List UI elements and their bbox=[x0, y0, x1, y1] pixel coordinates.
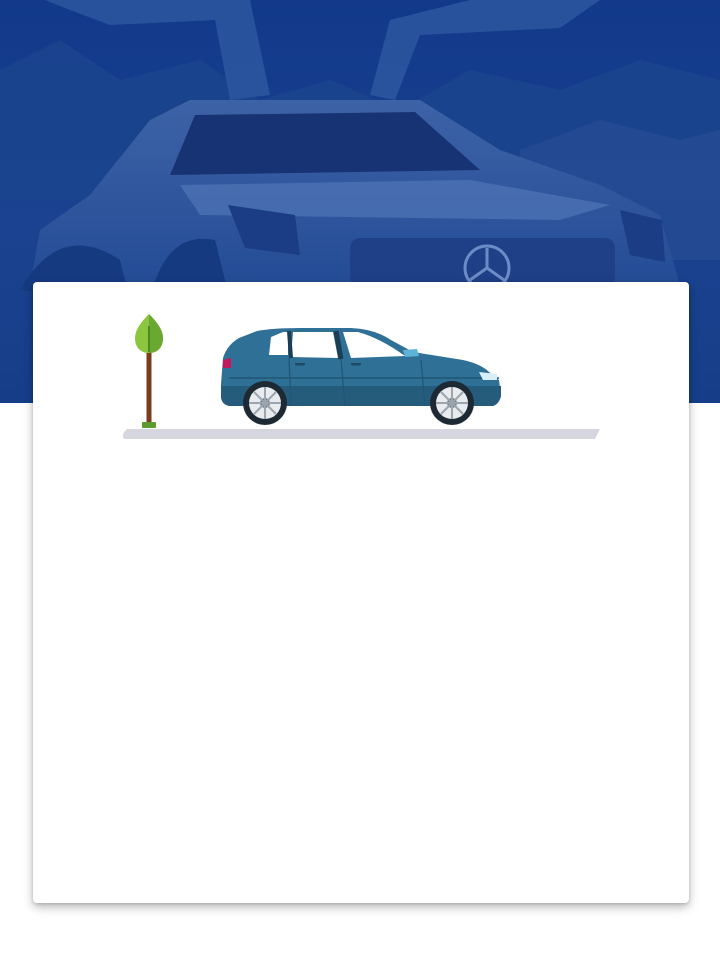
hatchback-car-icon bbox=[221, 328, 501, 425]
rear-wheel bbox=[243, 381, 287, 425]
content-card bbox=[33, 282, 689, 903]
road bbox=[123, 429, 600, 439]
tree-icon bbox=[135, 314, 163, 428]
front-wheel bbox=[430, 381, 474, 425]
page bbox=[0, 0, 720, 960]
car-illustration bbox=[33, 282, 689, 452]
